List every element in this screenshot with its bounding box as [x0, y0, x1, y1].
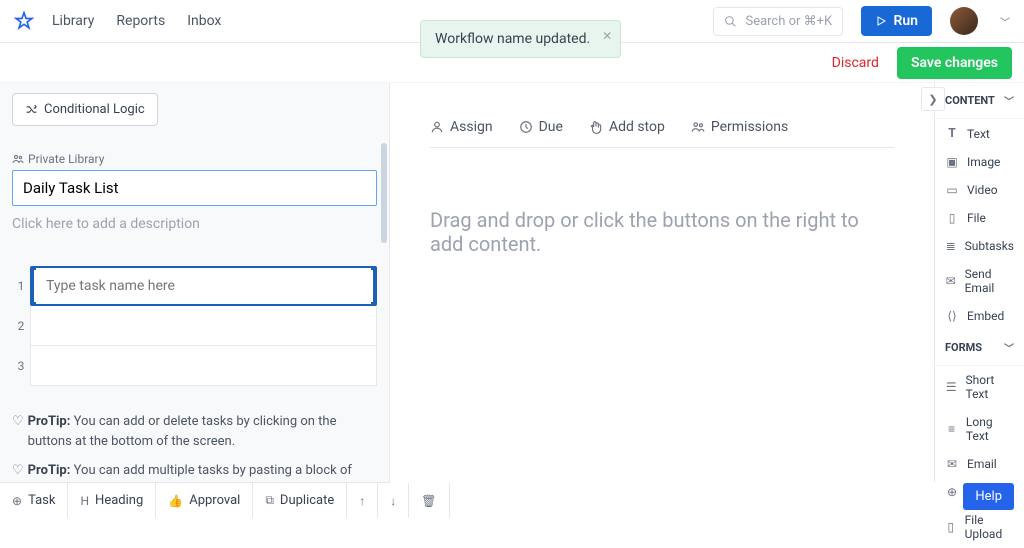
nav-library[interactable]: Library [52, 13, 94, 29]
task-number: 3 [12, 359, 30, 373]
search-input[interactable]: Search or ⌘+K [713, 7, 843, 36]
delete-button[interactable]: 🗑 [409, 483, 449, 518]
toast-message: Workflow name updated. [435, 31, 590, 47]
content-image[interactable]: ▣Image [935, 148, 1024, 176]
avatar[interactable] [950, 7, 978, 35]
nav-reports[interactable]: Reports [116, 13, 165, 29]
form-email[interactable]: ✉Email [935, 450, 1024, 478]
list-icon: ≣ [945, 239, 957, 253]
duplicate-button[interactable]: ⧉Duplicate [253, 483, 347, 518]
due-button[interactable]: Due [519, 119, 563, 135]
envelope-icon: ✉ [945, 457, 959, 471]
content-embed[interactable]: ⟨⟩Embed [935, 302, 1024, 330]
conditional-logic-label: Conditional Logic [44, 102, 145, 117]
add-heading-button[interactable]: HHeading [68, 483, 156, 518]
chevron-right-icon: ❯ [928, 93, 937, 106]
copy-icon: ⧉ [265, 493, 274, 508]
content-text[interactable]: 𝐓Text [935, 119, 1024, 148]
chevron-down-icon: ﹀ [1004, 93, 1014, 108]
add-task-button[interactable]: ⊕Task [0, 483, 68, 518]
breadcrumb-label: Private Library [28, 152, 104, 166]
protip-2: ♡ ProTip: You can add multiple tasks by … [12, 461, 377, 481]
breadcrumb-private[interactable]: Private Library [12, 152, 377, 166]
assign-button[interactable]: Assign [430, 119, 493, 135]
globe-icon: ⊕ [945, 485, 959, 499]
heading-icon: H [80, 494, 89, 508]
workflow-title-input[interactable] [12, 170, 377, 206]
task-name-input[interactable] [36, 268, 371, 304]
video-icon: ▭ [945, 183, 959, 197]
add-stop-button[interactable]: Add stop [589, 119, 665, 135]
content-section-header[interactable]: CONTENT ﹀ [935, 83, 1024, 119]
form-short-text[interactable]: ☰Short Text [935, 366, 1024, 408]
move-up-button[interactable]: ↑ [347, 483, 378, 518]
save-changes-button[interactable]: Save changes [897, 47, 1012, 79]
toast: Workflow name updated. ✕ [420, 20, 621, 58]
content-subtasks[interactable]: ≣Subtasks [935, 232, 1024, 260]
drag-drop-message: Drag and drop or click the buttons on th… [430, 208, 894, 256]
run-button[interactable]: Run [861, 6, 932, 36]
people-icon [691, 120, 705, 134]
form-file-upload[interactable]: ▯File Upload [935, 506, 1024, 548]
content-file[interactable]: ▯File [935, 204, 1024, 232]
image-icon: ▣ [945, 155, 959, 169]
discard-button[interactable]: Discard [832, 55, 879, 71]
toast-close-icon[interactable]: ✕ [602, 29, 612, 43]
plus-icon: ⊕ [12, 494, 22, 508]
help-button[interactable]: Help [963, 483, 1014, 510]
file-icon: ▯ [945, 211, 959, 225]
move-down-button[interactable]: ↓ [378, 483, 409, 518]
content-video[interactable]: ▭Video [935, 176, 1024, 204]
nav-inbox[interactable]: Inbox [187, 13, 221, 29]
task-row[interactable] [30, 306, 377, 346]
search-placeholder: Search or ⌘+K [745, 14, 832, 29]
search-icon [724, 15, 737, 28]
arrow-up-icon: ↑ [359, 494, 365, 508]
clock-icon [519, 120, 533, 134]
forms-section-header[interactable]: FORMS ﹀ [935, 330, 1024, 366]
content-send-email[interactable]: ✉Send Email [935, 260, 1024, 302]
people-icon [12, 153, 24, 165]
envelope-icon: ✉ [945, 274, 957, 288]
lightbulb-icon: ♡ [12, 412, 24, 451]
file-icon: ▯ [945, 520, 957, 534]
text-icon: 𝐓 [945, 126, 959, 141]
task-number: 1 [12, 279, 30, 293]
task-row-active[interactable] [30, 266, 377, 306]
arrow-down-icon: ↓ [390, 494, 396, 508]
chevron-down-icon: ﹀ [1004, 340, 1014, 355]
long-text-icon: ≡ [945, 422, 958, 436]
collapse-panel-button[interactable]: ❯ [921, 87, 945, 111]
play-icon [875, 15, 887, 27]
trash-icon: 🗑 [421, 494, 436, 508]
protip-1: ♡ ProTip: You can add or delete tasks by… [12, 412, 377, 451]
task-number: 2 [12, 319, 30, 333]
lightbulb-icon: ♡ [12, 461, 24, 481]
description-placeholder[interactable]: Click here to add a description [12, 216, 377, 232]
permissions-button[interactable]: Permissions [691, 119, 788, 135]
code-icon: ⟨⟩ [945, 309, 959, 323]
scrollbar-thumb[interactable] [381, 143, 387, 243]
person-icon [430, 120, 444, 134]
shuffle-icon [25, 103, 38, 116]
form-long-text[interactable]: ≡Long Text [935, 408, 1024, 450]
logo [14, 11, 34, 31]
hand-icon [589, 120, 603, 134]
task-row[interactable] [30, 346, 377, 386]
avatar-chevron-icon[interactable]: ﹀ [1000, 14, 1010, 29]
add-approval-button[interactable]: 👍Approval [156, 483, 253, 518]
conditional-logic-button[interactable]: Conditional Logic [12, 93, 158, 126]
short-text-icon: ☰ [945, 380, 957, 394]
thumbs-up-icon: 👍 [168, 494, 183, 508]
run-label: Run [893, 13, 918, 29]
